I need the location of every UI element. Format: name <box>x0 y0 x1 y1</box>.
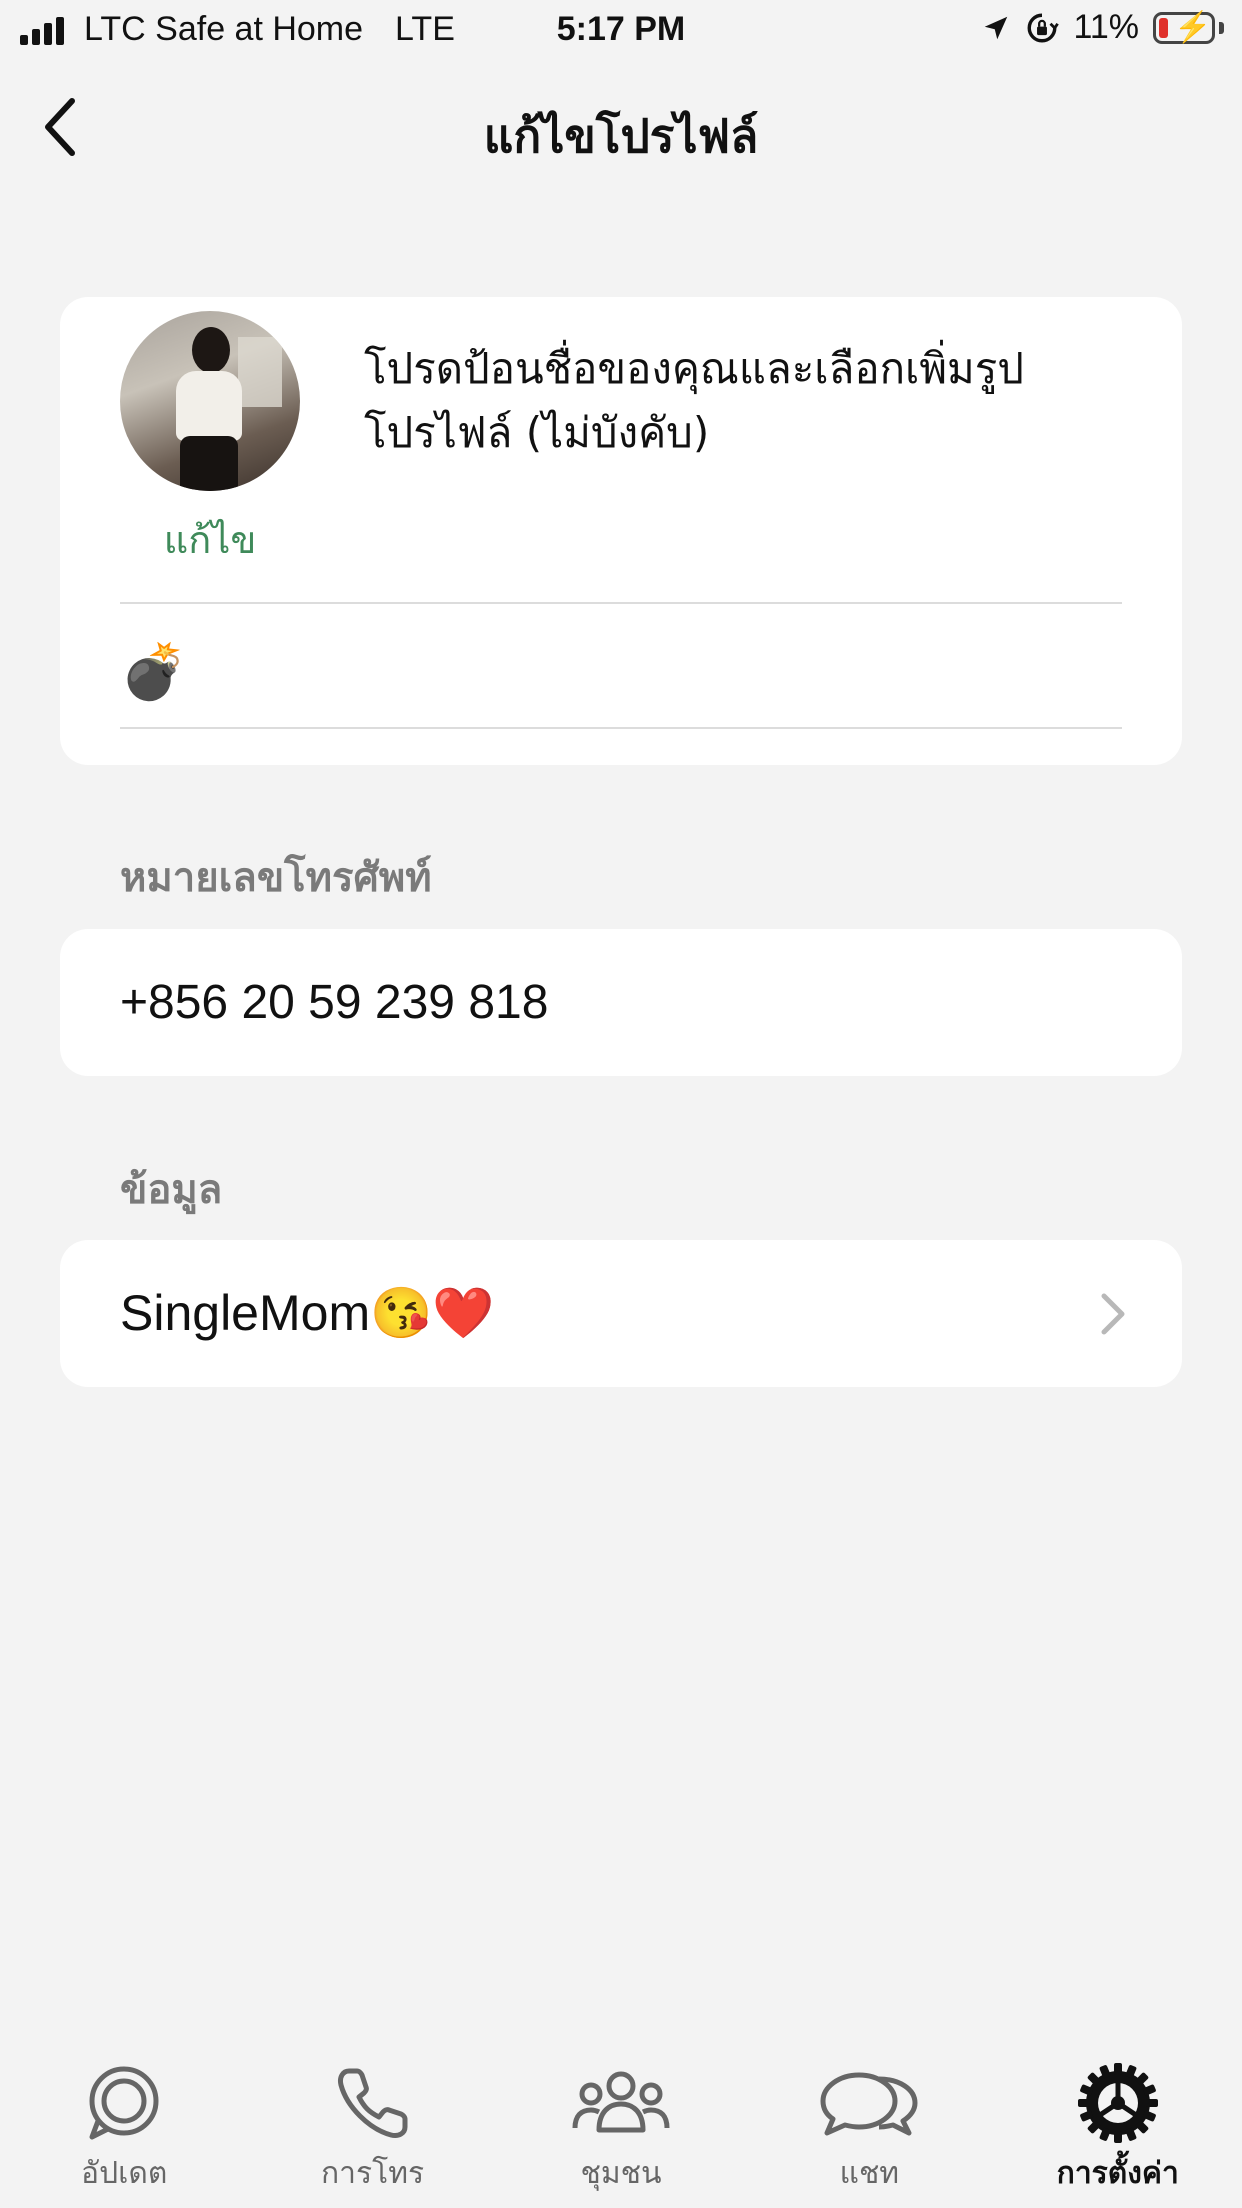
tab-label: การโทร <box>321 2156 425 2191</box>
tab-label: แชท <box>839 2156 900 2191</box>
navigation-bar: แก้ไขโปรไฟล์ <box>0 70 1242 180</box>
edit-photo-link[interactable]: แก้ไข <box>120 509 300 570</box>
name-input[interactable]: 💣 <box>120 627 1122 717</box>
avatar[interactable] <box>120 311 300 491</box>
battery-icon: ⚡ <box>1153 11 1215 44</box>
status-bar: LTC Safe at Home LTE 5:17 PM 11% ⚡ <box>0 0 1242 64</box>
profile-card: แก้ไข โปรดป้อนชื่อของคุณและเลือกเพิ่มรูป… <box>60 297 1182 765</box>
tab-settings[interactable]: การตั้งค่า <box>1018 2060 1218 2197</box>
tab-community[interactable]: ชุมชน <box>521 2060 721 2197</box>
phone-card: +856 20 59 239 818 <box>60 929 1182 1076</box>
info-row[interactable]: SingleMom😘❤️ <box>60 1240 1182 1387</box>
profile-hint-text: โปรดป้อนชื่อของคุณและเลือกเพิ่มรูปโปรไฟล… <box>364 344 1024 457</box>
tab-chats[interactable]: แชท <box>769 2060 969 2197</box>
tab-calls[interactable]: การโทร <box>273 2060 473 2197</box>
battery-percent: 11% <box>1073 8 1139 46</box>
battery-tip <box>1219 21 1224 34</box>
tab-updates[interactable]: อัปเดต <box>24 2060 224 2197</box>
page-title: แก้ไขโปรไฟล์ <box>483 109 759 163</box>
tab-bar: อัปเดต การโทร ชุมชน แชท การตั้งค่า <box>0 2060 1242 2208</box>
settings-icon <box>1068 2060 1168 2146</box>
updates-icon <box>74 2060 174 2146</box>
location-icon <box>985 16 1008 39</box>
info-section-header: ข้อมูล <box>120 1167 223 1213</box>
phone-number: +856 20 59 239 818 <box>120 976 549 1029</box>
chat-icon <box>819 2060 919 2146</box>
community-icon <box>571 2060 671 2146</box>
phone-section-header: หมายเลขโทรศัพท์ <box>120 855 432 901</box>
info-value: SingleMom😘❤️ <box>120 1285 495 1341</box>
tab-label: อัปเดต <box>81 2156 168 2191</box>
phone-icon <box>323 2060 423 2146</box>
edit-profile-screen: LTC Safe at Home LTE 5:17 PM 11% ⚡ แก้ไข… <box>0 0 1242 2208</box>
rotation-lock-icon <box>1028 13 1060 42</box>
tab-label: ชุมชน <box>580 2156 662 2191</box>
tab-label: การตั้งค่า <box>1056 2156 1179 2191</box>
status-right: 11% ⚡ <box>981 8 1224 47</box>
divider <box>120 602 1122 604</box>
divider <box>120 727 1122 729</box>
chevron-right-icon <box>1101 1293 1125 1335</box>
